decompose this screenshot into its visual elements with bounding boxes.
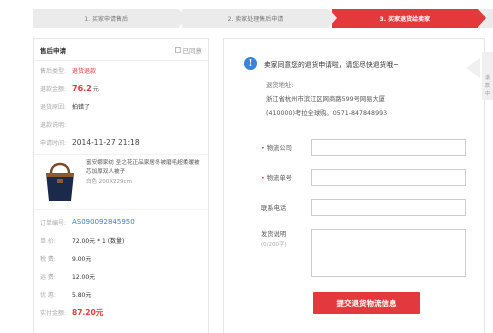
request-info-label: 退款金额: xyxy=(40,85,67,93)
order-info: 订单编号: AS090092845950 单 价: 72.00元 * 1 (数量) 税 … xyxy=(34,213,208,321)
panel-title: 售后申请 xyxy=(40,46,66,55)
phone-label: 联系电话 xyxy=(261,205,287,212)
request-info-label: 退款说明: xyxy=(40,121,67,129)
request-info-row: 申请时间: 2014-11-27 21:18 xyxy=(34,133,208,151)
order-info-label: 运 费: xyxy=(40,273,56,281)
request-info-row: 售后类型: 退货退款 xyxy=(34,61,208,79)
request-info-label: 退货原因: xyxy=(40,103,67,111)
request-info-row: 退货原因: 拍错了 xyxy=(34,97,208,115)
request-info-row: 退款金额: 76.2 元 xyxy=(34,79,208,97)
request-info-label: 申请时间: xyxy=(40,139,67,147)
address-line-2: (410000)考拉全球购。0571-847848993 xyxy=(266,110,388,117)
order-info-value: 9.00元 xyxy=(72,255,92,263)
request-info: 售后类型: 退货退款退款金额: 76.2 元退货原因: 拍错了退款说明: 申请时间: 201… xyxy=(34,61,208,151)
carrier-input[interactable] xyxy=(311,139,466,156)
order-info-row: 优 惠: 5.80元 xyxy=(34,285,208,303)
notice-text: 卖家同意您的退货申请啦，请您尽快退货哦~ xyxy=(264,60,399,69)
request-info-label: 售后类型: xyxy=(40,67,67,75)
request-info-value: 76.2 xyxy=(72,83,92,93)
info-icon: ! xyxy=(244,57,257,70)
carrier-label-text: 物流公司 xyxy=(266,145,292,152)
return-address: 退货地址: 浙江省杭州市滨江区网商路599号网易大厦 (410000)考拉全球购… xyxy=(266,79,387,121)
carrier-label: • 物流公司 xyxy=(261,143,311,152)
address-label: 退货地址: xyxy=(266,82,294,89)
product-name[interactable]: 富安娜家纺 圣之花正品家居冬被磨毛超柔暖被芯加厚双人被子 xyxy=(86,159,202,177)
submit-return-shipping-button[interactable]: 提交退货物流信息 xyxy=(313,292,420,314)
request-info-row: 退款说明: xyxy=(34,115,208,133)
order-info-label: 单 价: xyxy=(40,237,56,245)
product-spec: 白色 200X229cm xyxy=(86,179,132,185)
phone-row: 联系电话 xyxy=(261,199,466,216)
order-info-label: 税 费: xyxy=(40,255,56,263)
status-badge: 已同意 xyxy=(174,45,203,55)
order-info-label: 订单编号: xyxy=(40,219,67,227)
required-marker: • xyxy=(261,175,265,182)
step-2-arrow xyxy=(328,9,337,27)
order-info-row: 实付金额: 87.20元 xyxy=(34,303,208,321)
order-info-value: 87.20元 xyxy=(72,307,104,317)
aftersale-summary-panel: 售后申请 已同意 售后类型: 退货退款退款金额: 76.2 元退货原因: 拍错了退款说明… xyxy=(33,38,209,333)
required-marker: • xyxy=(261,145,265,152)
bag-image-icon xyxy=(46,162,74,201)
return-shipping-panel: ! 卖家同意您的退货申请啦，请您尽快退货哦~ 退货地址: 浙江省杭州市滨江区网商… xyxy=(223,38,485,333)
order-info-row: 单 价: 72.00元 * 1 (数量) xyxy=(34,231,208,249)
product-card[interactable]: 富安娜家纺 圣之花正品家居冬被磨毛超柔暖被芯加厚双人被子 白色 200X229c… xyxy=(34,154,208,210)
checkbox-icon xyxy=(174,46,181,53)
order-info-row: 运 费: 12.00元 xyxy=(34,267,208,285)
side-tab-label: 退款中 xyxy=(485,75,491,97)
step-2-label: 2. 卖家处理售后申请 xyxy=(227,16,284,23)
product-info: 富安娜家纺 圣之花正品家居冬被磨毛超柔暖被芯加厚双人被子 白色 200X229c… xyxy=(86,159,202,205)
step-3-arrow xyxy=(477,9,486,27)
tracking-label: • 物流单号 xyxy=(261,173,311,182)
description-row: 发货说明 (0/200字) xyxy=(261,229,466,277)
status-label: 已同意 xyxy=(182,46,203,55)
request-info-value: 拍错了 xyxy=(72,103,91,111)
step-1-label: 1. 买家申请售后 xyxy=(84,16,128,23)
step-3-label: 3. 买家退货给卖家 xyxy=(379,16,431,23)
side-tab-arrow xyxy=(466,58,480,78)
panel-header: 售后申请 已同意 xyxy=(34,39,208,61)
order-info-value: 12.00元 xyxy=(72,273,96,281)
tracking-label-text: 物流单号 xyxy=(266,175,292,182)
step-1-arrow xyxy=(179,9,188,27)
address-line-1: 浙江省杭州市滨江区网商路599号网易大厦 xyxy=(266,96,386,103)
tracking-row: • 物流单号 xyxy=(261,169,466,186)
step-2: 2. 卖家处理售后申请 xyxy=(182,9,337,28)
description-textarea[interactable] xyxy=(311,229,466,277)
carrier-row: • 物流公司 xyxy=(261,139,466,156)
phone-input[interactable] xyxy=(311,199,466,216)
step-3-active: 3. 买家退货给卖家 xyxy=(331,9,486,28)
tracking-number-input[interactable] xyxy=(311,169,466,186)
char-counter: (0/200字) xyxy=(261,242,287,248)
order-info-value[interactable]: AS090092845950 xyxy=(72,218,135,226)
side-tab[interactable]: 退款中 xyxy=(482,52,493,100)
progress-steps: 1. 买家申请售后 2. 卖家处理售后申请 3. 买家退货给卖家 xyxy=(33,9,486,28)
order-info-row: 税 费: 9.00元 xyxy=(34,249,208,267)
step-1: 1. 买家申请售后 xyxy=(33,9,188,28)
request-info-unit: 元 xyxy=(92,85,99,93)
approval-notice: ! 卖家同意您的退货申请啦，请您尽快退货哦~ xyxy=(244,57,399,70)
order-info-value: 5.80元 xyxy=(72,291,92,299)
request-info-value: 2014-11-27 21:18 xyxy=(72,137,140,147)
order-info-value: 72.00元 * 1 (数量) xyxy=(72,237,125,245)
description-label: 发货说明 (0/200字) xyxy=(261,229,311,248)
product-thumbnail[interactable] xyxy=(40,159,80,205)
description-label-text: 发货说明 xyxy=(261,231,287,238)
request-info-value: 退货退款 xyxy=(72,67,97,75)
order-info-label: 优 惠: xyxy=(40,291,56,299)
order-info-label: 实付金额: xyxy=(40,309,67,317)
order-info-row: 订单编号: AS090092845950 xyxy=(34,213,208,231)
